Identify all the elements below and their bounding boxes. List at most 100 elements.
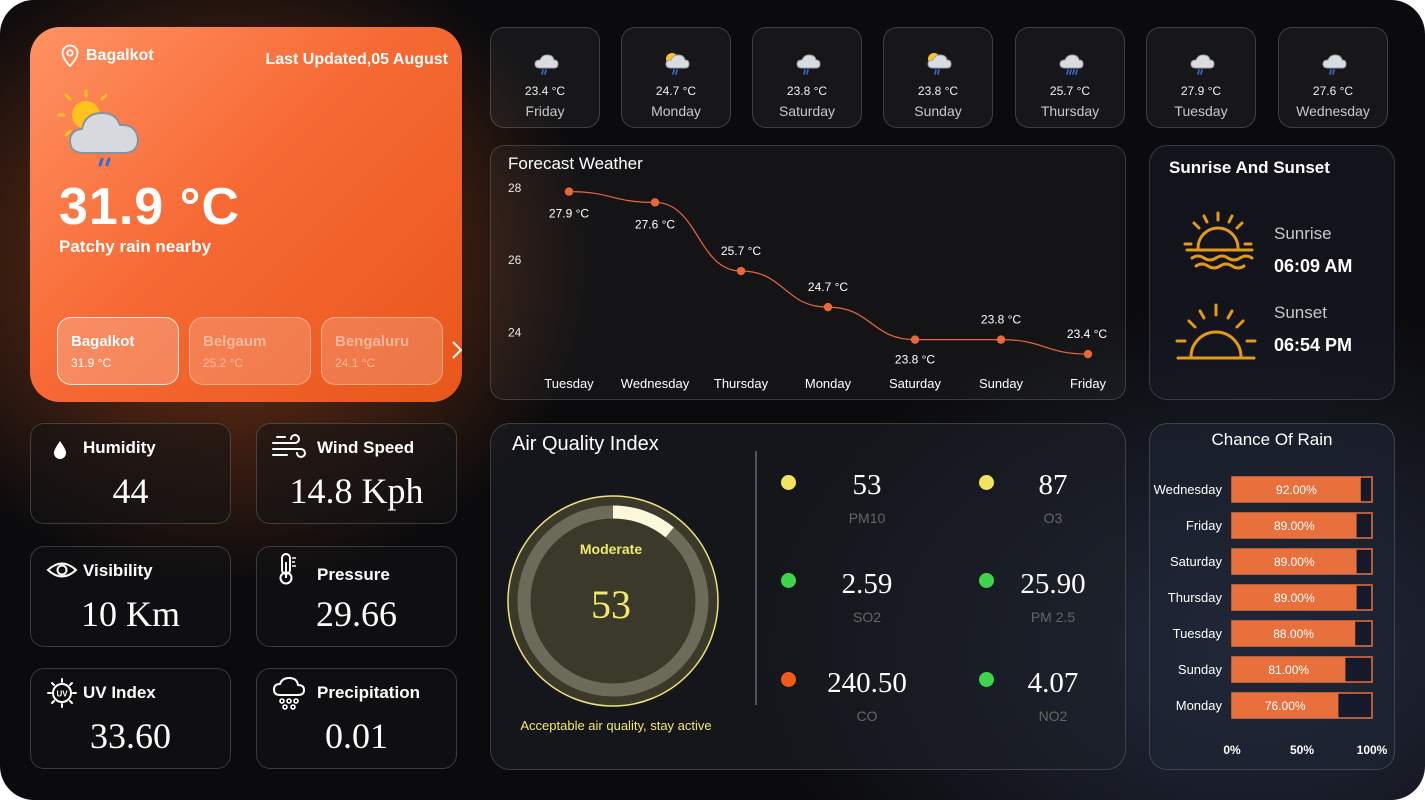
aqi-status: Moderate — [579, 541, 643, 557]
day-temp: 24.7 °C — [655, 84, 697, 98]
pm25-reading: 25.90 PM 2.5 — [993, 568, 1113, 625]
forecast-data-label: 24.7 °C — [808, 280, 848, 294]
city-card-bagalkot[interactable]: Bagalkot 31.9 °C — [57, 317, 179, 385]
current-weather-card: Bagalkot Last Updated,05 August 31.9 °C … — [30, 27, 464, 402]
sun-rain-cloud-icon — [665, 53, 690, 75]
rain-cloud-icon — [796, 54, 821, 75]
day-tile-thursday[interactable]: 25.7 °C Thursday — [1015, 27, 1125, 128]
rain-category-label: Saturday — [1170, 554, 1223, 569]
x-tick-label: Monday — [805, 376, 852, 391]
forecast-data-label: 23.8 °C — [981, 313, 1021, 327]
pm10-status-dot — [781, 475, 796, 490]
stat-label: Precipitation — [317, 683, 420, 702]
sunset-label: Sunset — [1274, 303, 1327, 322]
rain-category-label: Sunday — [1178, 662, 1223, 677]
rain-bar-label: 92.00% — [1276, 483, 1317, 497]
dashboard: Bagalkot Last Updated,05 August 31.9 °C … — [0, 0, 1425, 800]
sunrise-icon — [1183, 211, 1254, 270]
x-tick-label: Wednesday — [621, 376, 690, 391]
day-tile-tuesday[interactable]: 27.9 °C Tuesday — [1146, 27, 1256, 128]
stat-value: 44 — [112, 471, 149, 511]
visibility-tile: Visibility 10 Km — [30, 546, 231, 647]
city-temp: 24.1 °C — [335, 356, 376, 370]
location-pin-icon — [61, 44, 79, 68]
day-tile-friday[interactable]: 23.4 °C Friday — [490, 27, 600, 128]
cloud-rain-icon — [272, 677, 306, 710]
rain-bar-label: 76.00% — [1265, 699, 1306, 713]
so2-status-dot — [781, 573, 796, 588]
heavy-rain-cloud-icon — [1059, 54, 1084, 75]
sunset-time: 06:54 PM — [1274, 335, 1353, 355]
pollutant-value: 2.59 — [841, 568, 893, 600]
city-card-belgaum[interactable]: Belgaum 25.2 °C — [189, 317, 311, 385]
rain-bar-label: 89.00% — [1274, 591, 1315, 605]
stat-label: UV Index — [83, 683, 156, 702]
forecast-line-chart: 28 26 24 27.9 °C Tuesday 27.6 °C Wednesday 25.7… — [508, 181, 1107, 391]
y-tick-label: 26 — [508, 253, 522, 267]
day-temp: 25.7 °C — [1049, 84, 1091, 98]
rain-bar-chart: Wednesday 92.00% Friday 89.00% Saturday 89.00… — [1154, 476, 1388, 757]
chevron-right-icon[interactable] — [450, 339, 464, 361]
rain-bar-label: 89.00% — [1274, 555, 1315, 569]
rain-chance-panel: Chance Of Rain Wednesday 92.00% Friday 89.0… — [1149, 423, 1395, 770]
sunrise-time: 06:09 AM — [1274, 256, 1353, 276]
pollutant-name: O3 — [1043, 510, 1063, 526]
sun-panel: Sunrise And Sunset Sunrise 06:09 AM Suns… — [1149, 145, 1395, 400]
pollutant-value: 4.07 — [1027, 667, 1079, 699]
rain-category-label: Thursday — [1168, 590, 1223, 605]
day-name: Saturday — [778, 103, 836, 119]
o3-status-dot — [979, 475, 994, 490]
pollutant-name: NO2 — [1038, 708, 1068, 724]
forecast-series-line — [568, 191, 1089, 355]
day-temp: 23.8 °C — [917, 84, 959, 98]
forecast-data-label: 23.4 °C — [1067, 327, 1107, 341]
x-tick-label: Sunday — [979, 376, 1024, 391]
aqi-title: Air Quality Index — [512, 433, 659, 455]
day-tile-saturday[interactable]: 23.8 °C Saturday — [752, 27, 862, 128]
co-reading: 240.50 CO — [807, 667, 927, 724]
rain-category-label: Monday — [1176, 698, 1223, 713]
forecast-point — [996, 335, 1006, 344]
wind-speed-tile: Wind Speed 14.8 Kph — [256, 423, 457, 524]
day-name: Sunday — [914, 103, 962, 119]
x-tick-label: Tuesday — [544, 376, 594, 391]
no2-status-dot — [979, 672, 994, 687]
forecast-data-label: 23.8 °C — [895, 353, 935, 367]
stat-label: Pressure — [317, 565, 390, 584]
stat-value: 33.60 — [90, 716, 171, 756]
city-card-bengaluru[interactable]: Bengaluru 24.1 °C — [321, 317, 443, 385]
day-name: Tuesday — [1174, 103, 1228, 119]
x-tick-label: Friday — [1070, 376, 1107, 391]
pollutant-name: SO2 — [852, 609, 881, 625]
day-tile-sunday[interactable]: 23.8 °C Sunday — [883, 27, 993, 128]
pollutant-name: PM 2.5 — [1030, 609, 1076, 625]
day-temp: 27.9 °C — [1180, 84, 1222, 98]
forecast-point — [564, 187, 574, 196]
rain-bar-label: 81.00% — [1268, 663, 1309, 677]
y-tick-label: 24 — [508, 325, 522, 339]
forecast-panel: Forecast Weather 28 26 24 27.9 °C Tuesday 27.… — [490, 145, 1126, 400]
droplet-icon — [54, 441, 66, 459]
city-name: Bengaluru — [335, 333, 410, 350]
sun-rain-cloud-icon — [57, 89, 140, 167]
x-tick-label: Saturday — [889, 376, 942, 391]
day-name: Monday — [651, 103, 701, 119]
pollutant-value: 25.90 — [1020, 568, 1086, 600]
city-name: Belgaum — [203, 333, 267, 350]
y-tick-label: 28 — [508, 181, 522, 195]
forecast-data-label: 27.9 °C — [549, 207, 589, 221]
no2-reading: 4.07 NO2 — [993, 667, 1113, 724]
city-name: Bagalkot — [71, 333, 135, 350]
pm10-reading: 53 PM10 — [807, 469, 927, 526]
stat-label: Wind Speed — [317, 438, 415, 457]
sunrise-label: Sunrise — [1274, 224, 1332, 243]
wind-icon — [272, 434, 306, 458]
pollutant-name: CO — [856, 708, 878, 724]
rain-bar-label: 88.00% — [1273, 627, 1314, 641]
day-tile-wednesday[interactable]: 27.6 °C Wednesday — [1278, 27, 1388, 128]
svg-text:UV: UV — [56, 690, 68, 699]
stat-value: 0.01 — [325, 716, 388, 756]
eye-icon — [46, 562, 78, 578]
day-tile-monday[interactable]: 24.7 °C Monday — [621, 27, 731, 128]
day-name: Wednesday — [1296, 103, 1370, 119]
